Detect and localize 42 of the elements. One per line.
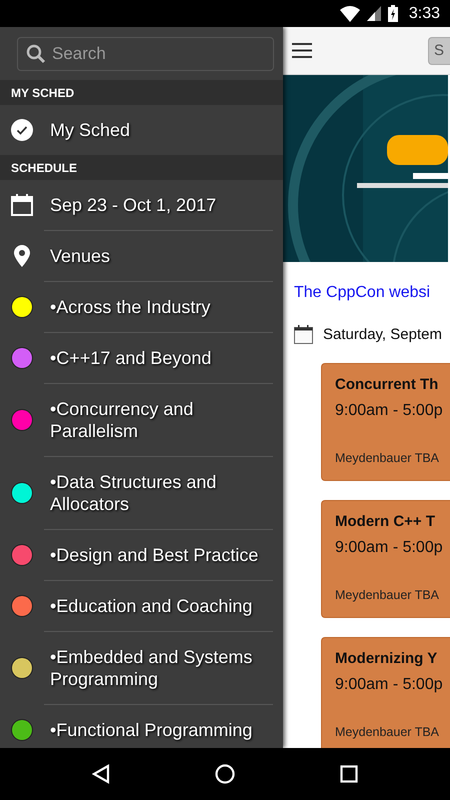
toolbar-button[interactable]: S <box>428 36 450 64</box>
recents-icon[interactable] <box>340 765 358 783</box>
website-link[interactable]: The CppCon websi <box>294 284 450 302</box>
back-icon[interactable] <box>92 764 110 784</box>
home-icon[interactable] <box>214 764 235 784</box>
drawer-item[interactable]: •Functional Programming <box>0 704 283 748</box>
drawer-item[interactable]: •Concurrency and Parallelism <box>0 383 283 456</box>
session-venue: Meydenbauer TBA <box>335 725 440 739</box>
session-title: Modernizing Y <box>335 650 438 667</box>
session-time: 9:00am - 5:00p <box>335 676 444 694</box>
session-venue: Meydenbauer TBA <box>335 451 440 465</box>
drawer-item[interactable]: •Across the Industry <box>0 281 283 332</box>
search-icon <box>26 44 46 64</box>
signal-icon <box>366 6 381 21</box>
session-time: 9:00am - 5:00p <box>335 539 444 557</box>
drawer-item[interactable]: •Embedded and Systems Programming <box>0 631 283 704</box>
drawer-item[interactable]: •Education and Coaching <box>0 580 283 631</box>
wifi-icon <box>340 6 360 22</box>
drawer-item[interactable]: My Sched <box>0 105 283 155</box>
search-field[interactable]: Search <box>17 36 274 70</box>
drawer-item[interactable]: Sep 23 - Oct 1, 2017 <box>0 180 283 230</box>
calendar-icon <box>294 325 313 344</box>
session-venue: Meydenbauer TBA <box>335 588 440 602</box>
drawer-item[interactable]: •Data Structures and Allocators <box>0 456 283 529</box>
date-heading: Saturday, Septem <box>323 326 442 343</box>
session-card[interactable]: Modernizing Y 9:00am - 5:00p Meydenbauer TBA <box>321 637 450 748</box>
session-title: Modern C++ T <box>335 513 436 530</box>
section-header: SCHEDULE <box>0 155 283 180</box>
drawer-item[interactable]: •C++17 and Beyond <box>0 332 283 383</box>
location-pin-icon <box>14 244 30 266</box>
battery-icon <box>388 5 398 22</box>
status-time: 3:33 <box>408 4 440 22</box>
session-card[interactable]: Modern C++ T 9:00am - 5:00p Meydenbauer TBA <box>321 500 450 618</box>
drawer-item[interactable]: Venues <box>0 230 283 281</box>
drawer-item[interactable]: •Design and Best Practice <box>0 529 283 580</box>
check-icon <box>11 119 33 141</box>
calendar-icon <box>11 194 33 216</box>
menu-icon[interactable] <box>292 43 312 58</box>
session-title: Concurrent Th <box>335 376 440 393</box>
session-time: 9:00am - 5:00p <box>335 402 444 420</box>
session-card[interactable]: Concurrent Th 9:00am - 5:00p Meydenbauer TBA <box>321 363 450 481</box>
section-header: MY SCHED <box>0 80 283 105</box>
